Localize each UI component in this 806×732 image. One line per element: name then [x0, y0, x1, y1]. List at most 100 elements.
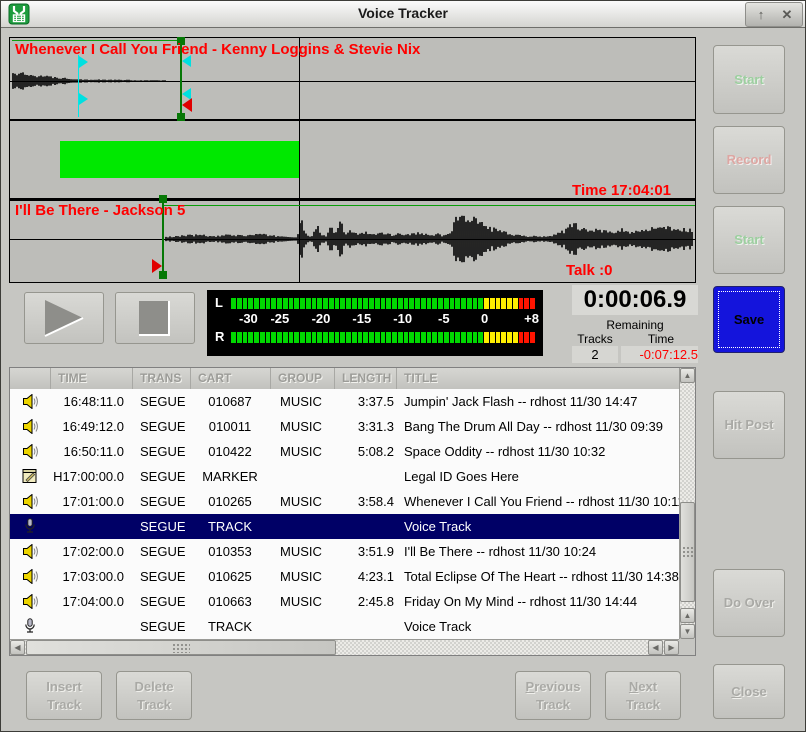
log-cell-cart: TRACK — [190, 619, 270, 634]
start-track1-button[interactable]: Start — [713, 45, 785, 114]
play-button[interactable] — [24, 292, 104, 344]
scroll-right-icon[interactable]: ▶ — [664, 640, 679, 655]
speaker-icon — [10, 542, 50, 562]
track1-track2-boundary — [10, 119, 695, 121]
scroll-up2-icon[interactable]: ▲ — [680, 608, 695, 623]
log-header-trans: TRANS — [132, 368, 190, 389]
remaining-label: Remaining — [572, 318, 698, 332]
close-window-button[interactable]: ✕ — [776, 5, 798, 25]
log-cell-length: 3:37.5 — [334, 394, 396, 409]
log-cell-time: 17:02:00.0 — [50, 544, 132, 559]
stop-button[interactable] — [115, 292, 195, 344]
save-label: Save — [734, 311, 764, 329]
do-over-button[interactable]: Do Over — [713, 569, 785, 637]
log-cell-trans: SEGUE — [132, 569, 190, 584]
shade-button[interactable]: ↑ — [750, 5, 772, 25]
scroll-up-icon[interactable]: ▲ — [680, 368, 695, 383]
log-cell-length: 3:58.4 — [334, 494, 396, 509]
insert-track-button[interactable]: InsertTrack — [26, 671, 102, 720]
log-cell-cart: 010422 — [190, 444, 270, 459]
vu-right-label: R — [215, 331, 231, 343]
log-cell-title: Voice Track — [396, 619, 679, 634]
hit-post-button[interactable]: Hit Post — [713, 391, 785, 459]
log-row[interactable]: 16:49:12.0SEGUE010011MUSIC3:31.3Bang The… — [10, 414, 679, 439]
delete-track-label: DeleteTrack — [134, 678, 173, 713]
elapsed-time-display: 0:00:06.9 — [572, 285, 698, 315]
log-cell-time: 16:49:12.0 — [50, 419, 132, 434]
remaining-time-label: Time — [631, 332, 691, 346]
delete-track-button[interactable]: DeleteTrack — [116, 671, 192, 720]
stop-icon — [133, 297, 177, 339]
track1-centerline — [10, 81, 695, 82]
log-cell-group: MUSIC — [270, 419, 334, 434]
log-row[interactable]: 16:50:11.0SEGUE010422MUSIC5:08.2Space Od… — [10, 439, 679, 464]
log-cell-trans: SEGUE — [132, 394, 190, 409]
log-row[interactable]: SEGUETRACKVoice Track — [10, 514, 679, 539]
log-cell-group: MUSIC — [270, 594, 334, 609]
horizontal-scroll-thumb[interactable] — [26, 640, 336, 655]
vertical-scroll-thumb[interactable] — [680, 502, 695, 602]
log-row[interactable]: H17:00:00.0SEGUEMARKERLegal ID Goes Here — [10, 464, 679, 489]
log-row[interactable]: 17:04:00.0SEGUE010663MUSIC2:45.8Friday O… — [10, 589, 679, 614]
speaker-icon — [10, 392, 50, 412]
next-track-button[interactable]: NextTrack — [605, 671, 681, 720]
log-cell-group: MUSIC — [270, 494, 334, 509]
mic-icon — [10, 616, 50, 637]
log-header-time: TIME — [50, 368, 132, 389]
log-header-row: TIME TRANS CART GROUP LENGTH TITLE — [10, 368, 679, 389]
log-cell-time: H17:00:00.0 — [50, 469, 132, 484]
log-cell-length: 2:45.8 — [334, 594, 396, 609]
log-row[interactable]: 17:02:00.0SEGUE010353MUSIC3:51.9I'll Be … — [10, 539, 679, 564]
fade-marker-track1-icon[interactable] — [182, 98, 192, 112]
log-row[interactable]: 16:48:11.0SEGUE010687MUSIC3:37.5Jumpin' … — [10, 389, 679, 414]
log-cell-cart: TRACK — [190, 519, 270, 534]
close-label: Close — [731, 683, 766, 701]
start-track1-label: Start — [734, 71, 764, 89]
vu-meter: L -30-25-20-15-10-50+8 R — [207, 290, 543, 356]
record-label: Record — [727, 151, 772, 169]
log-cell-group: MUSIC — [270, 544, 334, 559]
log-row[interactable]: 17:01:00.0SEGUE010265MUSIC3:58.4Whenever… — [10, 489, 679, 514]
waveform-panel[interactable]: Whenever I Call You Friend - Kenny Loggi… — [9, 37, 696, 283]
log-cell-cart: 010011 — [190, 419, 270, 434]
fade-marker-track3-icon[interactable] — [152, 259, 162, 273]
log-cell-title: Total Eclipse Of The Heart -- rdhost 11/… — [396, 569, 679, 584]
record-button[interactable]: Record — [713, 126, 785, 194]
close-button[interactable]: Close — [713, 664, 785, 719]
vertical-scrollbar[interactable]: ▲ ▲ ▼ — [679, 368, 695, 639]
log-cell-cart: 010353 — [190, 544, 270, 559]
log-cell-cart: 010265 — [190, 494, 270, 509]
log-row[interactable]: SEGUETRACKVoice Track — [10, 614, 679, 639]
scroll-down-icon[interactable]: ▼ — [680, 624, 695, 639]
log-cell-time: 17:01:00.0 — [50, 494, 132, 509]
track1-cursor-handle-bottom[interactable] — [177, 113, 185, 121]
start-track3-button[interactable]: Start — [713, 206, 785, 274]
log-header-icon — [10, 368, 50, 389]
log-header-cart: CART — [190, 368, 270, 389]
playhead-marker-bottom-icon[interactable] — [79, 93, 88, 105]
speaker-icon — [10, 567, 50, 587]
start-track3-label: Start — [734, 231, 764, 249]
log-cell-trans: SEGUE — [132, 519, 190, 534]
speaker-icon — [10, 417, 50, 437]
log-cell-length: 4:23.1 — [334, 569, 396, 584]
horizontal-scrollbar[interactable]: ◀ ◀ ▶ — [10, 639, 679, 655]
window-controls: ↑ ✕ — [745, 2, 803, 27]
save-button[interactable]: Save — [713, 286, 785, 353]
scroll-left2-icon[interactable]: ◀ — [648, 640, 663, 655]
log-cell-time: 16:50:11.0 — [50, 444, 132, 459]
time-overlay: Time 17:04:01 — [572, 182, 671, 199]
track2-region-bar[interactable] — [60, 141, 299, 178]
track1-title: Whenever I Call You Friend - Kenny Loggi… — [15, 41, 420, 58]
log-cell-length: 5:08.2 — [334, 444, 396, 459]
titlebar[interactable]: Voice Tracker ↑ ✕ — [1, 1, 805, 28]
log-cell-group: MUSIC — [270, 569, 334, 584]
log-row[interactable]: 17:03:00.0SEGUE010625MUSIC4:23.1Total Ec… — [10, 564, 679, 589]
log-cell-title: Jumpin' Jack Flash -- rdhost 11/30 14:47 — [396, 394, 679, 409]
scroll-left-icon[interactable]: ◀ — [10, 640, 25, 655]
log-cell-cart: MARKER — [190, 469, 270, 484]
previous-track-button[interactable]: PreviousTrack — [515, 671, 591, 720]
log-cell-length: 3:31.3 — [334, 419, 396, 434]
section-divider-line — [299, 38, 300, 282]
log-header-length: LENGTH — [334, 368, 396, 389]
